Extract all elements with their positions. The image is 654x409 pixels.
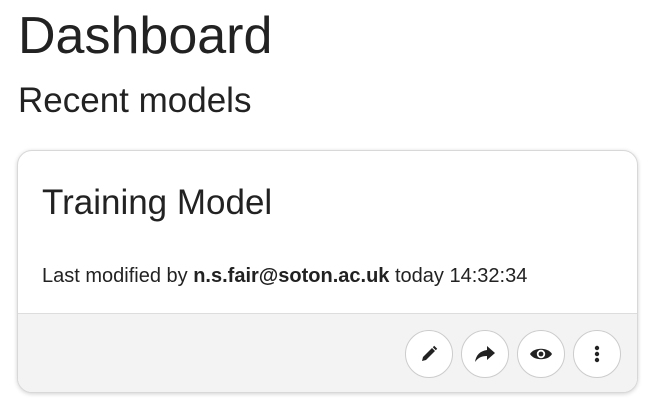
eye-icon — [529, 346, 553, 362]
more-options-button[interactable] — [573, 330, 621, 378]
last-modified-prefix: Last modified by — [42, 265, 194, 287]
share-arrow-icon — [474, 345, 496, 363]
vertical-ellipsis-icon — [594, 345, 600, 363]
last-modified-text: Last modified by n.s.fair@soton.ac.uk to… — [42, 264, 527, 288]
last-modified-time: today 14:32:34 — [389, 265, 528, 287]
modified-by-user: n.s.fair@soton.ac.uk — [193, 265, 390, 287]
view-button[interactable] — [517, 330, 565, 378]
pencil-icon — [420, 345, 438, 363]
model-name[interactable]: Training Model — [42, 182, 272, 224]
model-actions — [405, 330, 621, 378]
edit-button[interactable] — [405, 330, 453, 378]
model-card-body: Training Model Last modified by n.s.fair… — [18, 151, 637, 313]
share-button[interactable] — [461, 330, 509, 378]
model-card: Training Model Last modified by n.s.fair… — [17, 150, 638, 393]
section-title-recent-models: Recent models — [18, 81, 252, 120]
page-title: Dashboard — [18, 7, 273, 65]
model-card-footer — [18, 313, 637, 392]
